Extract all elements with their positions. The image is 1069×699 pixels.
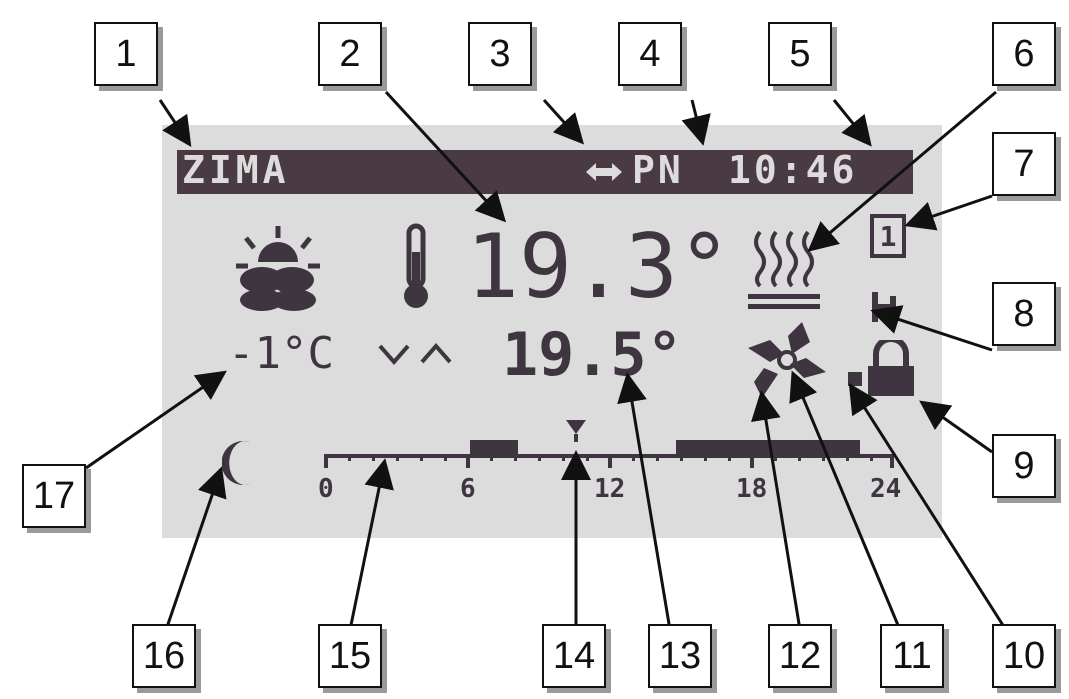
arrow-11 <box>789 370 902 631</box>
callout-2: 2 <box>318 22 382 86</box>
callout-9: 9 <box>992 434 1056 498</box>
callout-6: 6 <box>992 22 1056 86</box>
arrow-16 <box>164 466 227 631</box>
arrow-1 <box>158 99 192 147</box>
callout-16: 16 <box>132 624 196 688</box>
arrow-12 <box>751 390 802 631</box>
arrow-13 <box>617 372 672 631</box>
callout-5: 5 <box>768 22 832 86</box>
arrow-3 <box>542 98 585 145</box>
callout-1: 1 <box>94 22 158 86</box>
arrow-9 <box>919 400 993 454</box>
arrow-17 <box>85 370 227 470</box>
arrow-6 <box>807 90 997 252</box>
callout-13: 13 <box>648 624 712 688</box>
callout-15: 15 <box>318 624 382 688</box>
callout-11: 11 <box>880 624 944 688</box>
callout-7: 7 <box>992 132 1056 196</box>
arrow-7 <box>904 194 993 231</box>
callout-12: 12 <box>768 624 832 688</box>
callout-3: 3 <box>468 22 532 86</box>
callout-17: 17 <box>22 464 86 528</box>
arrow-8 <box>870 305 993 352</box>
callout-4: 4 <box>618 22 682 86</box>
callout-arrows <box>85 90 1008 631</box>
arrow-10 <box>848 382 1008 631</box>
callout-10: 10 <box>992 624 1056 688</box>
arrow-4 <box>681 99 711 146</box>
arrow-5 <box>832 99 872 147</box>
callout-14: 14 <box>542 624 606 688</box>
arrow-15 <box>348 458 394 631</box>
arrow-2 <box>384 90 507 223</box>
callout-8: 8 <box>992 282 1056 346</box>
